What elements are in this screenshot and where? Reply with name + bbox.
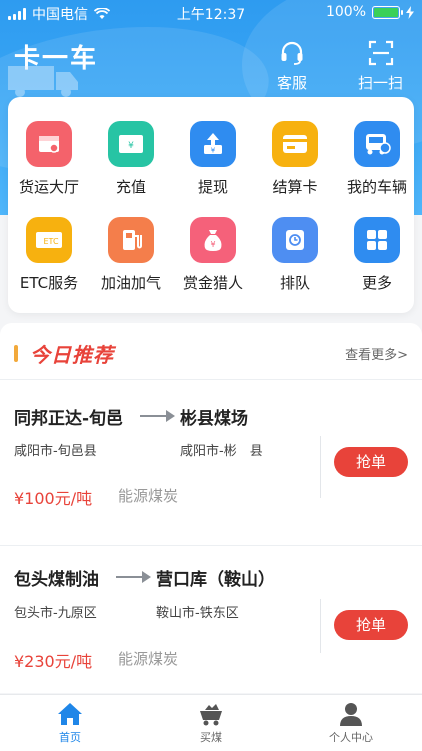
divider: [320, 599, 321, 653]
freight-hall-icon: [26, 121, 72, 167]
origin-city: 咸阳市-旬邑县: [14, 444, 97, 459]
service-more[interactable]: 更多: [336, 217, 418, 293]
service-label: 赏金猎人: [182, 274, 243, 292]
home-icon: [58, 703, 82, 725]
fuel-pump-icon: [108, 217, 154, 263]
route-arrow-icon: [140, 410, 175, 422]
money-bag-icon: ¥: [190, 217, 236, 263]
view-more-link[interactable]: 查看更多>: [345, 344, 408, 363]
headset-icon: [281, 41, 303, 65]
battery-icon: [372, 5, 403, 19]
destination-city: 鞍山市-铁东区: [156, 606, 239, 621]
my-vehicle-icon: [354, 121, 400, 167]
scan-label: 扫一扫: [358, 74, 404, 92]
recharge-icon: ¥: [108, 121, 154, 167]
cargo-type: 能源煤炭: [118, 487, 179, 505]
svg-text:¥: ¥: [211, 147, 216, 155]
service-label: 加油加气: [100, 274, 161, 292]
service-fuel[interactable]: 加油加气: [90, 217, 172, 293]
service-label: ETC服务: [19, 274, 79, 292]
divider: [320, 436, 321, 498]
section-accent-bar: [14, 345, 18, 362]
freight-price: ¥100元/吨: [14, 489, 93, 508]
service-withdraw[interactable]: ¥ 提现: [172, 121, 254, 197]
order-card[interactable]: 包头煤制油 营口库（鞍山） 包头市-九原区 鞍山市-铁东区 抢单 ¥230元/吨…: [0, 545, 422, 693]
charging-icon: [406, 5, 414, 19]
svg-text:¥: ¥: [210, 240, 215, 249]
grab-order-button[interactable]: 抢单: [334, 447, 408, 477]
cargo-type: 能源煤炭: [118, 650, 179, 668]
tab-home-label: 首页: [59, 731, 81, 744]
route-destination: 彬县煤场: [180, 409, 248, 429]
service-recharge[interactable]: ¥ 充值: [90, 121, 172, 197]
user-icon: [340, 703, 362, 726]
grab-order-button[interactable]: 抢单: [334, 610, 408, 640]
freight-price: ¥230元/吨: [14, 652, 93, 671]
svg-text:¥: ¥: [128, 141, 134, 151]
recommendation-title: 今日推荐: [30, 343, 114, 367]
tab-home[interactable]: 首页: [20, 701, 120, 745]
service-label: 提现: [197, 178, 228, 196]
service-settlement-card[interactable]: 结算卡: [254, 121, 336, 197]
service-label: 充值: [115, 178, 146, 196]
tab-buy-coal[interactable]: 买煤: [161, 701, 261, 745]
customer-service-label: 客服: [277, 74, 308, 92]
tab-buy-coal-label: 买煤: [200, 731, 222, 744]
scan-button[interactable]: 扫一扫: [358, 40, 403, 93]
service-freight-hall[interactable]: 货运大厅: [8, 121, 90, 197]
recommendation-section: 今日推荐 查看更多> 同邦正达-旬邑 彬县煤场 咸阳市-旬邑县 咸阳市-彬 县 …: [0, 323, 422, 693]
order-card[interactable]: 同邦正达-旬邑 彬县煤场 咸阳市-旬邑县 咸阳市-彬 县 抢单 ¥100元/吨 …: [0, 380, 422, 546]
service-grid: 货运大厅 ¥ 充值 ¥ 提现 结算卡 我的车辆 ETC ETC服务 加油加气 ¥…: [8, 97, 414, 313]
route-origin: 包头煤制油: [14, 570, 99, 590]
service-label: 排队: [279, 274, 310, 292]
battery-percent: 100%: [325, 4, 366, 20]
etc-icon: ETC: [26, 217, 72, 263]
origin-city: 包头市-九原区: [14, 606, 97, 621]
service-grid-card: 货运大厅 ¥ 充值 ¥ 提现 结算卡 我的车辆 ETC ETC服务 加油加气 ¥…: [8, 97, 414, 313]
route-destination: 营口库（鞍山）: [156, 570, 275, 590]
service-my-vehicle[interactable]: 我的车辆: [336, 121, 418, 197]
recommendation-header: 今日推荐 查看更多>: [0, 323, 422, 380]
service-etc[interactable]: ETC ETC服务: [8, 217, 90, 293]
service-queue[interactable]: 排队: [254, 217, 336, 293]
service-label: 我的车辆: [346, 178, 407, 196]
truck-illustration: [8, 66, 78, 97]
tab-profile-label: 个人中心: [329, 731, 373, 744]
tab-profile[interactable]: 个人中心: [301, 701, 401, 745]
service-label: 更多: [361, 274, 392, 292]
bottom-tab-bar: 首页 买煤 个人中心: [0, 694, 422, 751]
status-bar: 中国电信 上午12:37 100%: [0, 0, 422, 24]
destination-city: 咸阳市-彬 县: [180, 444, 263, 459]
scan-icon: [368, 40, 393, 66]
customer-service-button[interactable]: 客服: [277, 40, 307, 93]
queue-icon: [272, 217, 318, 263]
coal-cart-icon: [200, 704, 222, 726]
service-label: 结算卡: [272, 178, 318, 196]
route-arrow-icon: [116, 571, 151, 583]
settlement-card-icon: [272, 121, 318, 167]
svg-text:ETC: ETC: [43, 237, 58, 246]
service-label: 货运大厅: [18, 178, 79, 196]
withdraw-icon: ¥: [190, 121, 236, 167]
more-grid-icon: [354, 217, 400, 263]
route-origin: 同邦正达-旬邑: [14, 409, 124, 429]
service-bounty-hunter[interactable]: ¥ 赏金猎人: [172, 217, 254, 293]
